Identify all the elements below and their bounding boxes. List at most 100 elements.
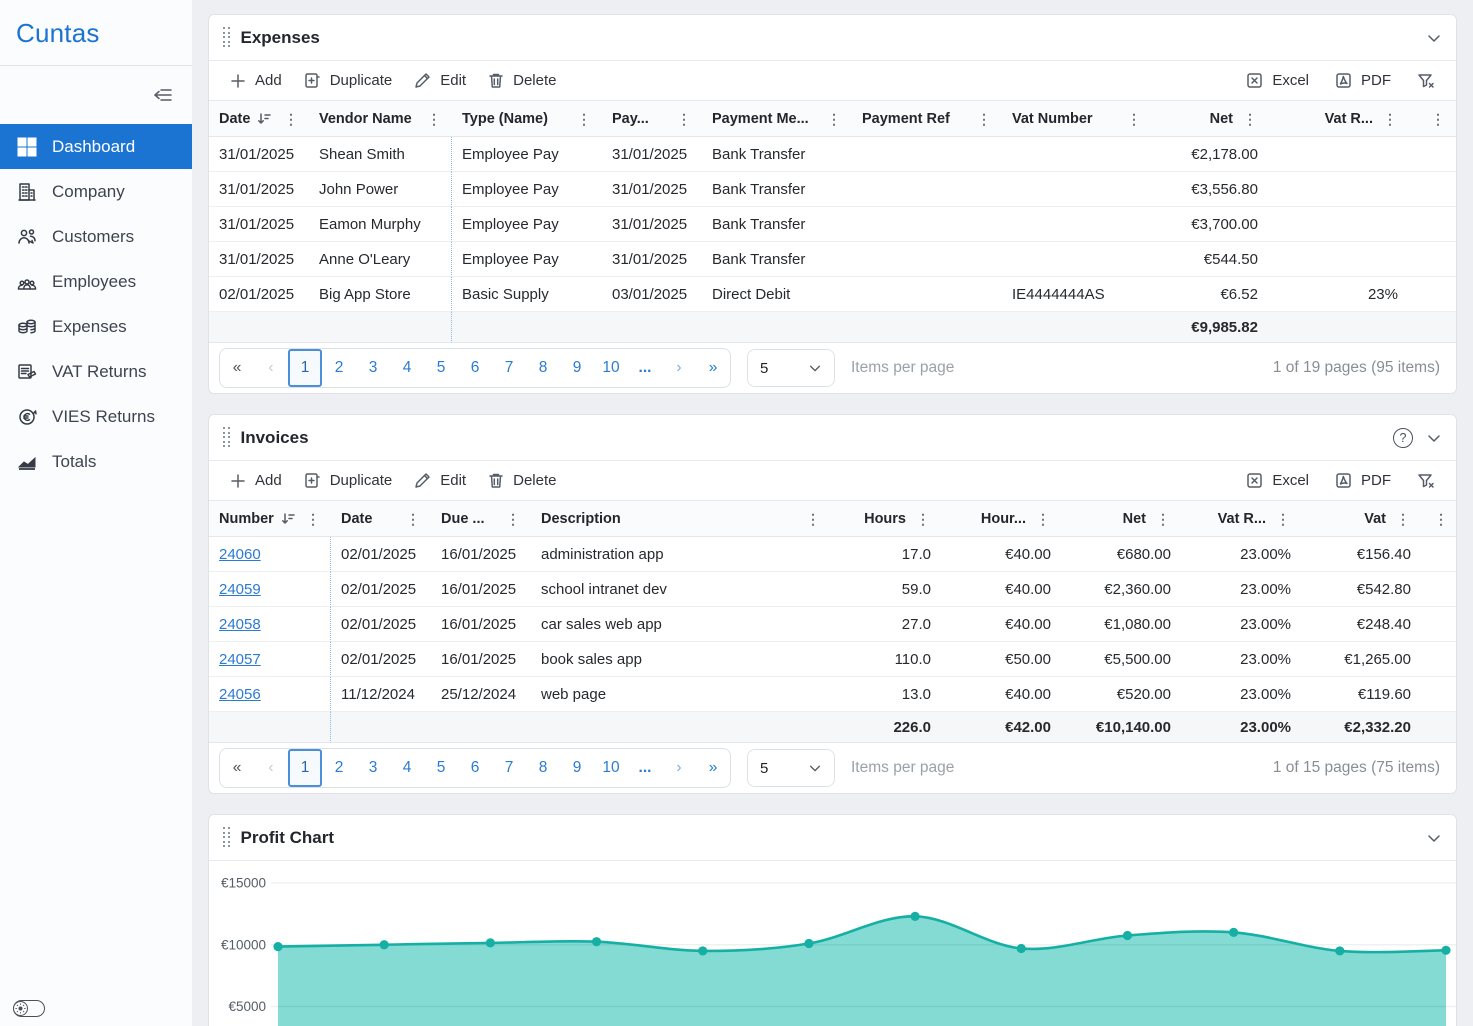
column-menu-icon[interactable]: ⋮	[1153, 510, 1173, 528]
prev-page-button[interactable]: ‹	[254, 749, 288, 787]
last-page-button[interactable]: »	[696, 749, 730, 787]
column-header-filler[interactable]: ⋮	[1421, 501, 1457, 537]
column-header-vat[interactable]: Vat⋮	[1301, 501, 1421, 537]
column-header-type[interactable]: Type (Name)⋮	[452, 101, 602, 137]
drag-handle-icon[interactable]	[223, 427, 231, 448]
excel-export-button[interactable]: Excel	[1235, 466, 1320, 495]
last-page-button[interactable]: »	[696, 349, 730, 387]
column-header-payment-ref[interactable]: Payment Ref⋮	[852, 101, 1002, 137]
page-button-3[interactable]: 3	[356, 749, 390, 787]
page-button-5[interactable]: 5	[424, 749, 458, 787]
column-header-number[interactable]: Number ⋮	[209, 501, 331, 537]
edit-button[interactable]: Edit	[403, 466, 477, 495]
layout-grid-icon[interactable]	[1395, 29, 1413, 47]
page-button-6[interactable]: 6	[458, 349, 492, 387]
column-menu-icon[interactable]: ⋮	[824, 110, 844, 128]
layout-grid-icon[interactable]	[1362, 429, 1380, 447]
delete-button[interactable]: Delete	[477, 466, 567, 495]
column-menu-icon[interactable]: ⋮	[1431, 510, 1451, 528]
page-button-6[interactable]: 6	[458, 749, 492, 787]
prev-page-button[interactable]: ‹	[254, 349, 288, 387]
page-button-10[interactable]: 10	[594, 349, 628, 387]
column-menu-icon[interactable]: ⋮	[1428, 110, 1448, 128]
excel-export-button[interactable]: Excel	[1235, 66, 1320, 95]
column-menu-icon[interactable]: ⋮	[1380, 110, 1400, 128]
duplicate-button[interactable]: Duplicate	[293, 466, 404, 495]
column-menu-icon[interactable]: ⋮	[403, 510, 423, 528]
chevron-down-icon[interactable]	[1426, 830, 1442, 846]
column-header-pay-date[interactable]: Pay...⋮	[602, 101, 702, 137]
next-page-button[interactable]: ›	[662, 749, 696, 787]
column-menu-icon[interactable]: ⋮	[1240, 110, 1260, 128]
clear-filter-icon[interactable]	[1406, 66, 1446, 95]
column-header-hourly-rate[interactable]: Hour...⋮	[941, 501, 1061, 537]
column-header-description[interactable]: Description⋮	[531, 501, 831, 537]
invoice-link[interactable]: 24056	[219, 686, 261, 703]
first-page-button[interactable]: «	[220, 349, 254, 387]
next-page-button[interactable]: ›	[662, 349, 696, 387]
column-header-date[interactable]: Date ⋮	[209, 101, 309, 137]
add-button[interactable]: Add	[219, 66, 293, 95]
column-header-net[interactable]: Net⋮	[1152, 101, 1268, 137]
page-button-9[interactable]: 9	[560, 749, 594, 787]
more-pages-button[interactable]: ...	[628, 349, 662, 387]
column-menu-icon[interactable]: ⋮	[1033, 510, 1053, 528]
chevron-down-icon[interactable]	[1426, 30, 1442, 46]
page-button-3[interactable]: 3	[356, 349, 390, 387]
sidebar-item-vat-returns[interactable]: VAT Returns	[0, 349, 192, 394]
page-button-2[interactable]: 2	[322, 349, 356, 387]
invoice-link[interactable]: 24059	[219, 581, 261, 598]
invoice-link[interactable]: 24060	[219, 546, 261, 563]
page-button-4[interactable]: 4	[390, 349, 424, 387]
sidebar-item-totals[interactable]: Totals	[0, 439, 192, 484]
layout-grid-icon[interactable]	[1395, 829, 1413, 847]
page-size-select[interactable]: 5	[747, 749, 835, 787]
edit-button[interactable]: Edit	[403, 66, 477, 95]
column-menu-icon[interactable]: ⋮	[574, 110, 594, 128]
pdf-export-button[interactable]: PDF	[1324, 466, 1402, 495]
page-size-select[interactable]: 5	[747, 349, 835, 387]
column-menu-icon[interactable]: ⋮	[424, 110, 444, 128]
column-menu-icon[interactable]: ⋮	[1273, 510, 1293, 528]
column-header-hours[interactable]: Hours⋮	[831, 501, 941, 537]
page-button-1[interactable]: 1	[288, 349, 322, 387]
page-button-8[interactable]: 8	[526, 349, 560, 387]
app-logo[interactable]: Cuntas	[0, 0, 192, 65]
column-menu-icon[interactable]: ⋮	[674, 110, 694, 128]
page-button-10[interactable]: 10	[594, 749, 628, 787]
column-header-vendor[interactable]: Vendor Name⋮	[309, 101, 452, 137]
sidebar-collapse-icon[interactable]	[150, 82, 176, 108]
pdf-export-button[interactable]: PDF	[1324, 66, 1402, 95]
page-button-7[interactable]: 7	[492, 349, 526, 387]
page-button-9[interactable]: 9	[560, 349, 594, 387]
page-button-8[interactable]: 8	[526, 749, 560, 787]
column-header-vat-rate[interactable]: Vat R...⋮	[1181, 501, 1301, 537]
sidebar-item-customers[interactable]: Customers	[0, 214, 192, 259]
clear-filter-icon[interactable]	[1406, 466, 1446, 495]
drag-handle-icon[interactable]	[223, 27, 231, 48]
column-menu-icon[interactable]: ⋮	[281, 110, 301, 128]
column-header-vat-rate[interactable]: Vat R...⋮	[1268, 101, 1408, 137]
column-header-payment-method[interactable]: Payment Me...⋮	[702, 101, 852, 137]
sidebar-item-company[interactable]: Company	[0, 169, 192, 214]
sidebar-item-employees[interactable]: Employees	[0, 259, 192, 304]
sidebar-item-dashboard[interactable]: Dashboard	[0, 124, 192, 169]
chevron-down-icon[interactable]	[1426, 430, 1442, 446]
page-button-2[interactable]: 2	[322, 749, 356, 787]
column-menu-icon[interactable]: ⋮	[1393, 510, 1413, 528]
column-menu-icon[interactable]: ⋮	[803, 510, 823, 528]
column-menu-icon[interactable]: ⋮	[1124, 110, 1144, 128]
duplicate-button[interactable]: Duplicate	[293, 66, 404, 95]
column-menu-icon[interactable]: ⋮	[974, 110, 994, 128]
sidebar-item-vies-returns[interactable]: VIES Returns	[0, 394, 192, 439]
column-menu-icon[interactable]: ⋮	[913, 510, 933, 528]
column-header-date[interactable]: Date⋮	[331, 501, 431, 537]
drag-handle-icon[interactable]	[223, 827, 231, 848]
first-page-button[interactable]: «	[220, 749, 254, 787]
delete-button[interactable]: Delete	[477, 66, 567, 95]
page-button-4[interactable]: 4	[390, 749, 424, 787]
page-button-5[interactable]: 5	[424, 349, 458, 387]
column-header-filler[interactable]: ⋮	[1408, 101, 1456, 137]
invoice-link[interactable]: 24057	[219, 651, 261, 668]
column-menu-icon[interactable]: ⋮	[503, 510, 523, 528]
